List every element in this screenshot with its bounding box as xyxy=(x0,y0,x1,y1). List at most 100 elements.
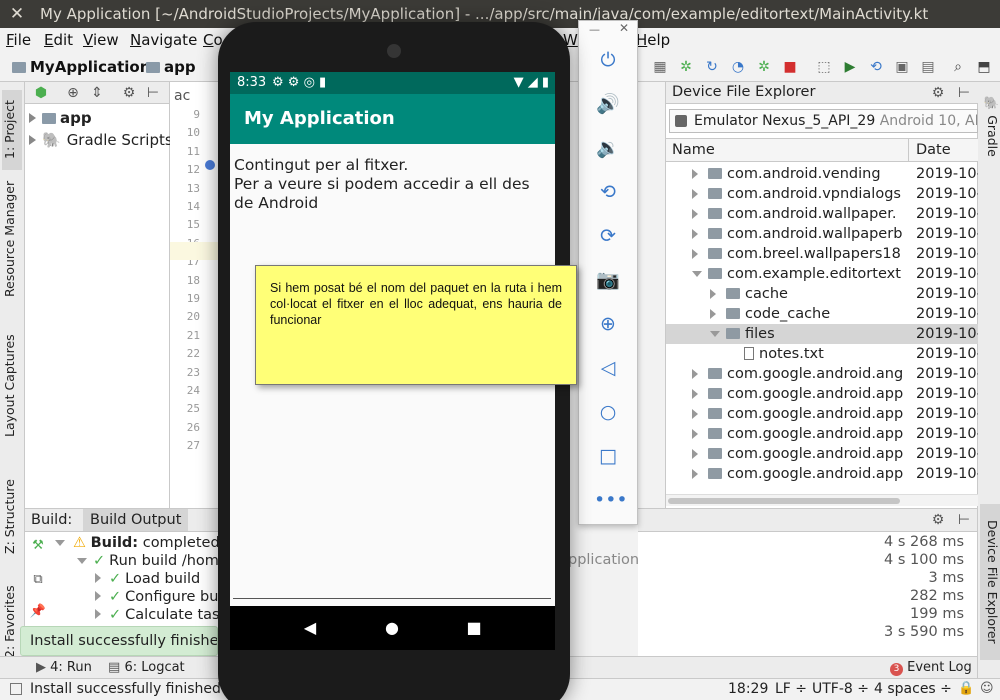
expand-icon[interactable] xyxy=(710,331,720,337)
rotate-left-icon[interactable]: ⟲ xyxy=(594,179,622,205)
sdk-manager-icon[interactable]: ⬚ xyxy=(816,59,832,75)
layout-icon[interactable]: ▦ xyxy=(652,59,668,75)
menu-help[interactable]: Help xyxy=(636,30,670,50)
tab-favorites[interactable]: 2: Favorites xyxy=(2,582,22,662)
file-content-text[interactable]: Contingut per al fitxer. Per a veure si … xyxy=(234,156,549,213)
expand-icon[interactable] xyxy=(692,169,698,179)
file-row[interactable]: files 2019-10-2 xyxy=(666,324,978,344)
expand-icon[interactable] xyxy=(692,189,698,199)
tab-structure[interactable]: Z: Structure xyxy=(2,477,22,557)
hide-icon[interactable]: ⊢ xyxy=(956,512,972,528)
breadcrumb-module[interactable]: app xyxy=(146,58,196,76)
expand-icon[interactable] xyxy=(692,229,698,239)
file-row[interactable]: com.google.android.app 2019-10-2 xyxy=(666,444,978,464)
copy-icon[interactable]: ⧉ xyxy=(29,572,47,590)
volume-down-icon[interactable]: 🔉 xyxy=(594,135,622,161)
expand-icon[interactable] xyxy=(95,573,101,583)
settings-icon[interactable]: ⬒ xyxy=(976,59,992,75)
file-row[interactable]: com.android.vending 2019-10-2 xyxy=(666,164,978,184)
expand-icon[interactable] xyxy=(692,469,698,479)
file-row[interactable]: com.google.android.app 2019-10-2 xyxy=(666,424,978,444)
expand-icon[interactable] xyxy=(29,113,36,123)
breadcrumb-project[interactable]: MyApplication xyxy=(12,58,150,76)
tab-layout-captures[interactable]: Layout Captures xyxy=(2,334,22,437)
home-icon[interactable]: ● xyxy=(382,618,402,638)
column-divider[interactable] xyxy=(908,139,909,161)
file-row[interactable]: notes.txt 2019-10-2 xyxy=(666,344,978,364)
rotate-right-icon[interactable]: ⟳ xyxy=(594,223,622,249)
inspector-icon[interactable]: ☺ xyxy=(980,680,994,698)
build-row-load[interactable]: ✓ Load build xyxy=(95,570,200,588)
collapse-icon[interactable]: ⇕ xyxy=(89,85,105,101)
file-row[interactable]: com.breel.wallpapers18 2019-10-2 xyxy=(666,244,978,264)
file-row[interactable]: com.google.android.app 2019-10-2 xyxy=(666,404,978,424)
hide-icon[interactable]: ⊢ xyxy=(956,85,972,101)
col-name[interactable]: Name xyxy=(672,139,715,161)
tab-device-file-explorer[interactable]: Device File Explorer xyxy=(980,504,1000,660)
expand-icon[interactable] xyxy=(29,135,36,145)
sync-icon[interactable]: ⟲ xyxy=(868,59,884,75)
expand-icon[interactable] xyxy=(692,429,698,439)
status-toggle-icon[interactable] xyxy=(10,683,22,695)
volume-up-icon[interactable]: 🔊 xyxy=(594,91,622,117)
file-row[interactable]: com.google.android.app 2019-10-2 xyxy=(666,384,978,404)
file-encoding[interactable]: UTF-8 ÷ xyxy=(812,680,869,698)
editor-tab[interactable]: ac xyxy=(174,88,214,104)
file-row[interactable]: com.android.vpndialogs 2019-10-2 xyxy=(666,184,978,204)
tab-gradle[interactable]: 🐘 Gradle xyxy=(980,90,1000,162)
overview-icon[interactable]: □ xyxy=(594,443,622,469)
file-row[interactable]: com.example.editortext 2019-10-2 xyxy=(666,264,978,284)
build-row-calculate[interactable]: ✓ Calculate tas xyxy=(95,606,220,624)
camera-icon[interactable]: 📷 xyxy=(594,267,622,293)
back-icon[interactable]: ◁ xyxy=(594,355,622,381)
expand-icon[interactable] xyxy=(692,449,698,459)
expand-icon[interactable] xyxy=(710,289,716,299)
close-icon[interactable]: ✕ xyxy=(619,21,629,35)
expand-icon[interactable] xyxy=(95,609,101,619)
tab-project[interactable]: 1: Project xyxy=(2,90,22,170)
device-selector[interactable]: Emulator Nexus_5_API_29 Android 10, API xyxy=(669,109,978,133)
lock-icon[interactable]: 🔒 xyxy=(958,680,974,698)
zoom-icon[interactable]: ⊕ xyxy=(594,311,622,337)
col-date[interactable]: Date xyxy=(916,139,951,161)
file-row[interactable]: com.android.wallpaperb 2019-10-2 xyxy=(666,224,978,244)
power-icon[interactable]: ⏻ xyxy=(594,47,622,73)
file-row[interactable]: code_cache 2019-10-2 xyxy=(666,304,978,324)
horizontal-scrollbar[interactable] xyxy=(666,494,978,506)
scrollbar-thumb[interactable] xyxy=(668,498,900,504)
build-row-completed[interactable]: ⚠ Build: completed xyxy=(55,534,220,552)
close-window-icon[interactable]: ✕ xyxy=(8,5,26,23)
run-tool-button[interactable]: ▶ 4: Run xyxy=(36,659,92,677)
locate-icon[interactable]: ⊕ xyxy=(65,85,81,101)
build-output-tab[interactable]: Build Output xyxy=(83,509,189,531)
gear-icon[interactable]: ⚙ xyxy=(121,85,137,101)
build-row-run[interactable]: ✓ Run build /hom xyxy=(77,552,219,570)
expand-icon[interactable] xyxy=(55,540,65,546)
expand-icon[interactable] xyxy=(692,369,698,379)
file-row[interactable]: com.google.android.ang 2019-10-2 xyxy=(666,364,978,384)
expand-icon[interactable] xyxy=(710,309,716,319)
attach-debugger-icon[interactable]: ✲ xyxy=(756,59,772,75)
pin-icon[interactable]: 📌 xyxy=(29,604,47,622)
file-row[interactable]: com.google.android.app 2019-10-2 xyxy=(666,464,978,484)
rerun-icon[interactable]: ↻ xyxy=(704,59,720,75)
install-toast[interactable]: Install successfully finished xyxy=(20,626,218,656)
caret-position[interactable]: 18:29 xyxy=(728,680,768,698)
status-message[interactable]: Install successfully finished xyxy=(10,680,221,698)
build-row-configure[interactable]: ✓ Configure bu xyxy=(95,588,218,606)
indent-setting[interactable]: 4 spaces ÷ xyxy=(874,680,952,698)
expand-icon[interactable] xyxy=(692,209,698,219)
tree-item-app[interactable]: app xyxy=(29,108,92,128)
profiler-icon[interactable]: ◔ xyxy=(730,59,746,75)
expand-icon[interactable] xyxy=(692,409,698,419)
home-icon[interactable]: ○ xyxy=(594,399,622,425)
hide-icon[interactable]: ⊢ xyxy=(145,85,161,101)
gear-icon[interactable]: ⚙ xyxy=(930,85,946,101)
tree-item-gradle-scripts[interactable]: 🐘 Gradle Scripts xyxy=(29,130,173,150)
file-row[interactable]: com.android.wallpaper. 2019-10-2 xyxy=(666,204,978,224)
search-icon[interactable]: ⌕ xyxy=(950,59,966,75)
structure-icon[interactable]: ▤ xyxy=(920,59,936,75)
menu-navigate[interactable]: Navigate xyxy=(130,30,197,50)
back-icon[interactable]: ◀ xyxy=(300,618,320,638)
more-icon[interactable]: ••• xyxy=(594,487,628,513)
